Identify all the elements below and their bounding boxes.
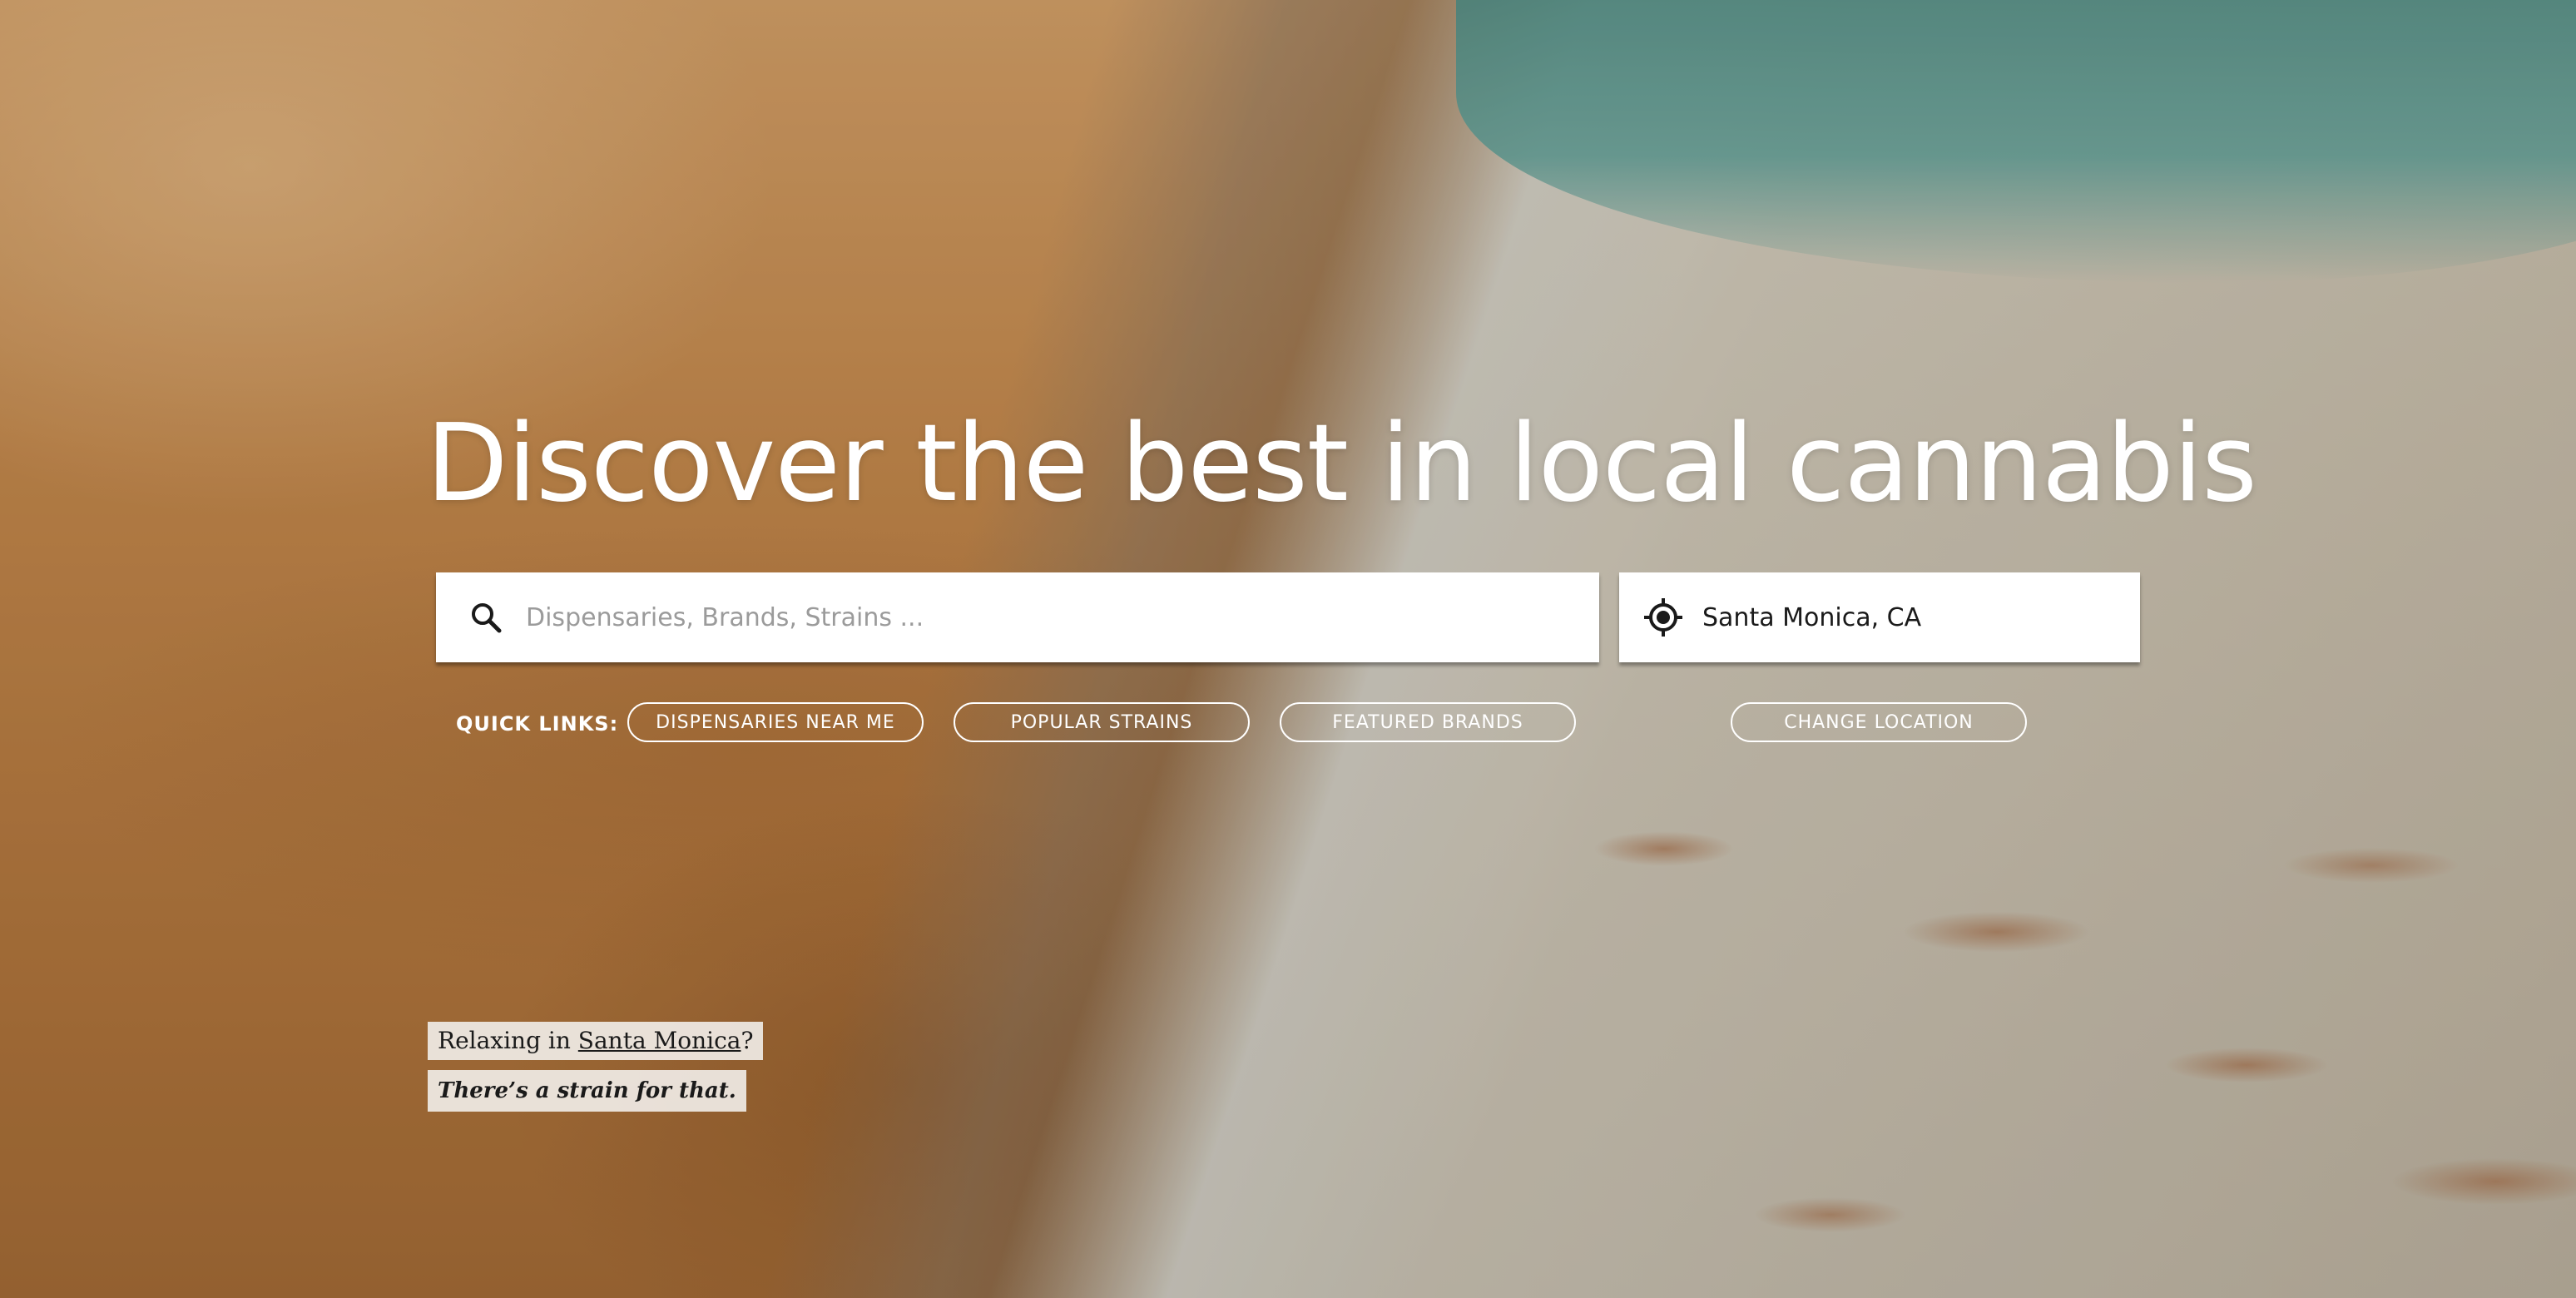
location-input[interactable]	[1701, 572, 2140, 663]
tagline-suffix: ?	[741, 1027, 754, 1054]
quick-link-dispensaries-near-me[interactable]: DISPENSARIES NEAR ME	[627, 702, 924, 742]
hero-headline: Discover the best in local cannabis	[426, 402, 2257, 526]
tagline-question: Relaxing in Santa Monica?	[428, 1022, 764, 1060]
change-location-button[interactable]: CHANGE LOCATION	[1731, 702, 2027, 742]
quick-link-featured-brands[interactable]: FEATURED BRANDS	[1280, 702, 1576, 742]
location-box[interactable]	[1619, 572, 2140, 663]
crosshair-locate-icon[interactable]	[1642, 597, 1684, 638]
quick-links-label: QUICK LINKS:	[456, 712, 619, 736]
tagline-city-link[interactable]: Santa Monica	[578, 1027, 741, 1054]
search-icon	[468, 599, 504, 636]
search-input[interactable]	[524, 572, 1599, 663]
tagline-subline: There’s a strain for that.	[428, 1070, 746, 1112]
tagline-prefix: Relaxing in	[438, 1027, 578, 1054]
quick-link-popular-strains[interactable]: POPULAR STRAINS	[954, 702, 1250, 742]
search-box[interactable]	[436, 572, 1599, 663]
